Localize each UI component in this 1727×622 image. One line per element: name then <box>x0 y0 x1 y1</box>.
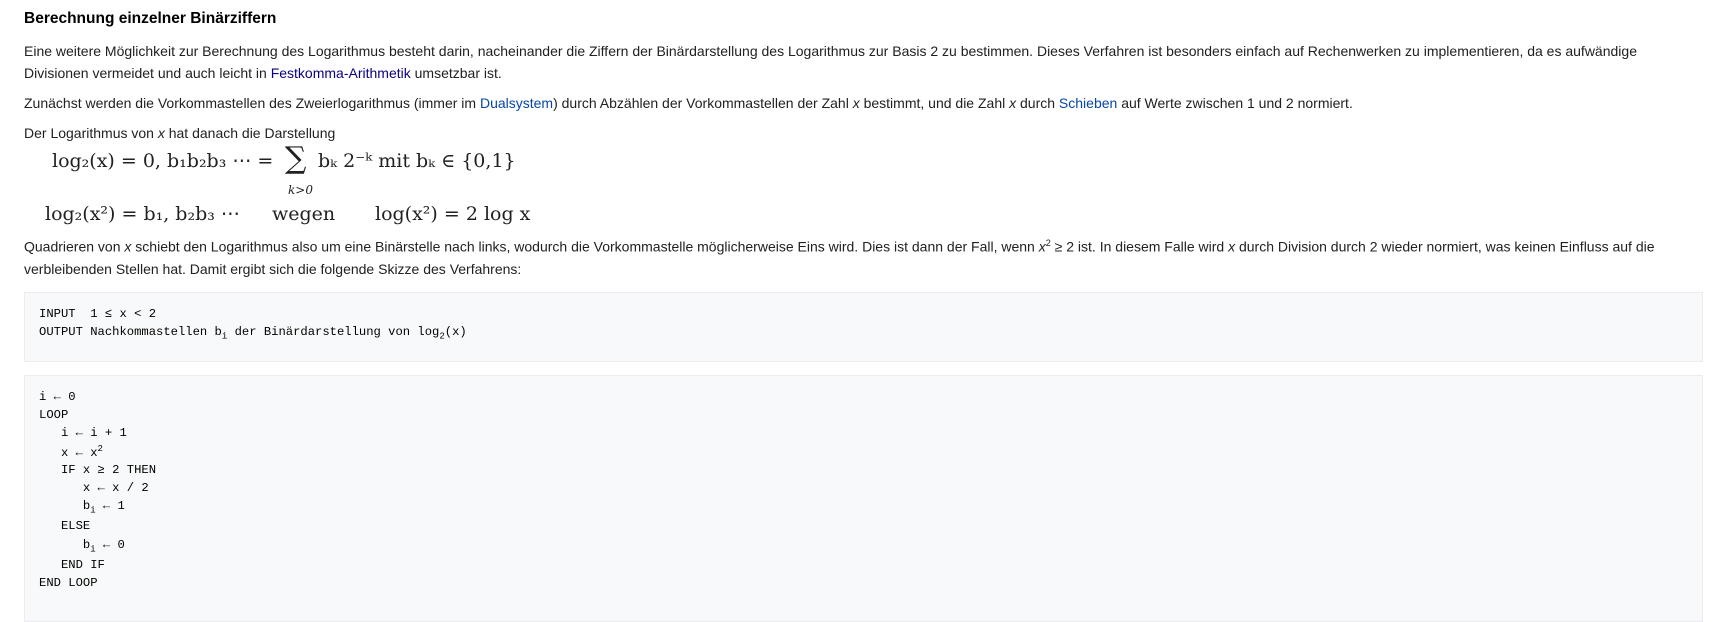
code-line: END LOOP <box>39 576 98 590</box>
formula-lhs: log₂(x²) = b₁, b₂b₃ ⋯ <box>45 203 240 225</box>
paragraph-text: Quadrieren von <box>24 238 125 255</box>
variable-x: x <box>852 95 860 111</box>
code-line: INPUT 1 ≤ x < 2 <box>39 307 157 321</box>
paragraph-vorkommastellen: Zunächst werden die Vorkommastellen des … <box>24 92 1353 114</box>
paragraph-text: hat danach die Darstellung <box>164 125 336 141</box>
superscript: 2 <box>97 444 103 454</box>
code-block-io: INPUT 1 ≤ x < 2 OUTPUT Nachkommastellen … <box>24 292 1703 362</box>
paragraph-text: ≥ 2 ist. In diesem Falle wird <box>1050 238 1229 255</box>
code-text: der Binärdarstellung von log <box>227 325 440 339</box>
code-text: ← 0 <box>95 538 125 552</box>
formula-rhs: log(x²) = 2 log x <box>375 203 531 225</box>
code-line: i ← 0 <box>39 390 76 404</box>
section-heading: Berechnung einzelner Binärziffern <box>24 10 277 27</box>
paragraph-text: Eine weitere Möglichkeit zur Berechnung … <box>24 43 1637 81</box>
code-text: ← 1 <box>95 499 125 513</box>
code-text: OUTPUT Nachkommastellen b <box>39 325 222 339</box>
code-text: b <box>39 499 91 513</box>
code-line: ELSE <box>39 519 91 533</box>
paragraph-text: ) durch Abzählen der Vorkommastellen der… <box>553 95 853 111</box>
code-line: i ← i + 1 <box>39 426 127 440</box>
code-text: (x) <box>444 325 467 339</box>
paragraph-intro: Eine weitere Möglichkeit zur Berechnung … <box>24 40 1694 84</box>
formula-lhs: log₂(x) = 0, b₁b₂b₃ ⋯ = <box>52 150 274 172</box>
code-line: IF x ≥ 2 THEN <box>39 463 157 477</box>
code-line: END IF <box>39 558 105 572</box>
sum-subscript: k>0 <box>288 183 313 197</box>
paragraph-text: auf Werte zwischen 1 und 2 normiert. <box>1117 95 1353 111</box>
paragraph-text: Zunächst werden die Vorkommastellen des … <box>24 95 480 111</box>
variable-x: x <box>157 125 165 141</box>
code-text: x ← x <box>39 446 98 461</box>
code-line: bi ← 0 <box>39 538 125 554</box>
link-schieben[interactable]: Schieben <box>1059 95 1117 111</box>
link-festkomma-arithmetik[interactable]: Festkomma-Arithmetik <box>271 65 411 81</box>
paragraph-text: schiebt den Logarithmus also um eine Bin… <box>131 238 1039 255</box>
code-line: LOOP <box>39 408 69 422</box>
code-line: OUTPUT Nachkommastellen bi der Binärdars… <box>39 325 467 341</box>
paragraph-quadrieren: Quadrieren von x schiebt den Logarithmus… <box>24 232 1694 280</box>
paragraph-text: Der Logarithmus von <box>24 125 158 141</box>
paragraph-text: durch <box>1016 95 1059 111</box>
variable-x: x <box>1038 238 1046 255</box>
code-line: x ← x / 2 <box>39 481 149 495</box>
link-dualsystem[interactable]: Dualsystem <box>480 95 553 111</box>
code-text: b <box>39 538 91 552</box>
formula-rhs: bₖ 2⁻ᵏ mit bₖ ∈ {0,1} <box>318 150 516 172</box>
code-block-algorithm: i ← 0 LOOP i ← i + 1 x ← x2 IF x ≥ 2 THE… <box>24 375 1703 622</box>
sum-symbol: ∑ <box>285 141 307 176</box>
formula-wegen: wegen <box>272 203 336 225</box>
paragraph-text: umsetzbar ist. <box>410 65 502 81</box>
code-line: x ← x2 <box>39 444 103 460</box>
paragraph-text: bestimmt, und die Zahl <box>859 95 1010 111</box>
code-line: bi ← 1 <box>39 499 125 515</box>
